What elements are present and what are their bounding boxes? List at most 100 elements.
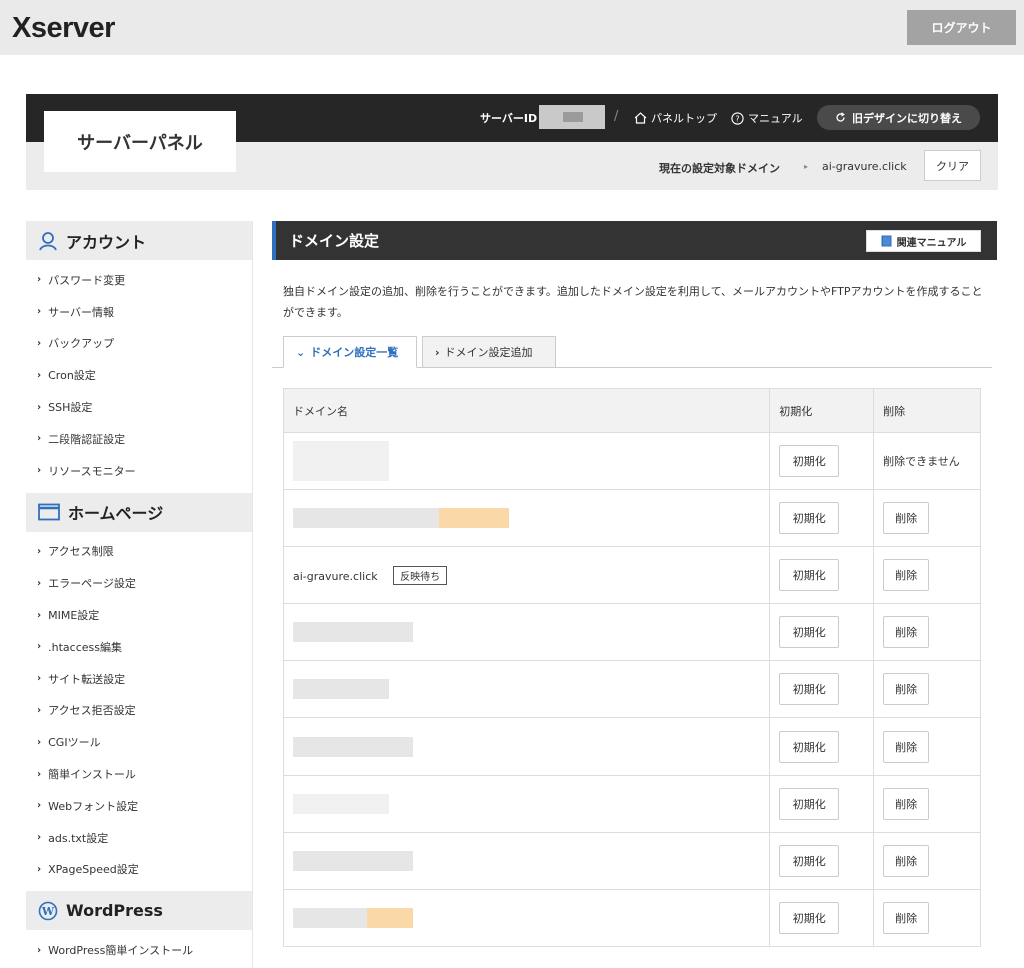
person-icon bbox=[39, 231, 57, 250]
logout-button[interactable]: ログアウト bbox=[907, 10, 1016, 45]
init-button[interactable]: 初期化 bbox=[779, 445, 840, 478]
sidebar-item[interactable]: › MIME設定 bbox=[26, 599, 252, 631]
table-row: ai-gravure.click 反映待ち 初期化 削除 bbox=[282, 546, 981, 605]
delete-button[interactable]: 削除 bbox=[883, 502, 930, 535]
wordpress-icon: W bbox=[38, 901, 58, 921]
sidebar-item[interactable]: › 簡単インストール bbox=[26, 758, 252, 790]
init-cell: 初期化 bbox=[769, 660, 875, 719]
manual-label: マニュアル bbox=[748, 112, 803, 125]
svg-text:W: W bbox=[41, 905, 55, 918]
sidebar-item[interactable]: › XPageSpeed設定 bbox=[26, 854, 252, 886]
domain-name: ai-gravure.click bbox=[293, 569, 378, 583]
window-icon bbox=[38, 503, 60, 521]
sidebar-section-wordpress: W WordPress bbox=[26, 891, 252, 931]
sidebar-section-title: ホームページ bbox=[68, 504, 164, 524]
tab-domain-list[interactable]: ⌄ ドメイン設定一覧 bbox=[283, 336, 417, 368]
init-cell: 初期化 bbox=[769, 489, 875, 548]
xserver-logo[interactable]: Xserver bbox=[12, 12, 115, 45]
sidebar-item-label: Cron設定 bbox=[48, 369, 96, 383]
delete-button[interactable]: 削除 bbox=[883, 787, 930, 820]
sidebar-item[interactable]: › .htaccess編集 bbox=[26, 631, 252, 663]
clear-button[interactable]: クリア bbox=[924, 150, 981, 181]
panel-top-link[interactable]: パネルトップ bbox=[634, 110, 717, 126]
sidebar-item[interactable]: › ads.txt設定 bbox=[26, 822, 252, 854]
sidebar-item[interactable]: › Webフォント設定 bbox=[26, 790, 252, 822]
init-button[interactable]: 初期化 bbox=[779, 730, 840, 763]
init-cell: 初期化 bbox=[769, 774, 875, 833]
chevron-right-icon: › bbox=[37, 832, 42, 844]
sidebar-item[interactable]: › リソースモニター bbox=[26, 455, 252, 487]
switch-design-button[interactable]: 旧デザインに切り替え bbox=[817, 105, 980, 130]
sidebar-list-homepage: › アクセス制限 › エラーページ設定 › MIME設定 › .htaccess編集 ›… bbox=[26, 532, 252, 892]
server-id-label: サーバーID bbox=[480, 112, 538, 125]
sidebar-item[interactable]: › エラーページ設定 bbox=[26, 567, 252, 599]
delete-cell: 削除 bbox=[873, 774, 981, 833]
panel-top-label: パネルトップ bbox=[651, 112, 717, 125]
sidebar-item[interactable]: › WordPress簡単インストール bbox=[26, 934, 252, 966]
init-button[interactable]: 初期化 bbox=[779, 616, 840, 649]
delete-cell: 削除 bbox=[873, 660, 981, 719]
delete-button[interactable]: 削除 bbox=[883, 730, 930, 763]
init-button[interactable]: 初期化 bbox=[779, 787, 840, 820]
sidebar-item[interactable]: › アクセス拒否設定 bbox=[26, 695, 252, 727]
panel-title[interactable]: サーバーパネル bbox=[44, 111, 236, 172]
delete-button[interactable]: 削除 bbox=[883, 616, 930, 649]
table-header-row: ドメイン名 初期化 削除 bbox=[282, 388, 981, 433]
init-cell: 初期化 bbox=[769, 603, 875, 662]
chevron-right-icon: › bbox=[37, 401, 42, 413]
page-description: 独自ドメイン設定の追加、削除を行うことができます。追加したドメイン設定を利用して… bbox=[283, 285, 983, 319]
manual-link[interactable]: ? マニュアル bbox=[731, 110, 803, 126]
sidebar-item[interactable]: › パスワード変更 bbox=[26, 264, 252, 296]
init-button[interactable]: 初期化 bbox=[779, 559, 840, 592]
init-cell: 初期化 bbox=[769, 888, 875, 947]
delete-button[interactable]: 削除 bbox=[883, 901, 930, 934]
sidebar-item-label: アクセス拒否設定 bbox=[48, 704, 136, 718]
domain-cell-redacted bbox=[282, 603, 771, 662]
sidebar-item-label: 簡単インストール bbox=[48, 768, 136, 782]
delete-cell: 削除 bbox=[873, 603, 981, 662]
init-button[interactable]: 初期化 bbox=[779, 901, 840, 934]
table-row: 初期化 削除できません bbox=[282, 431, 981, 491]
domain-cell-redacted bbox=[282, 831, 771, 890]
delete-button[interactable]: 削除 bbox=[883, 673, 930, 706]
sidebar-item-label: サーバー情報 bbox=[48, 305, 115, 319]
sidebar-item[interactable]: › バックアップ bbox=[26, 328, 252, 360]
sidebar-item-label: 二段階認証設定 bbox=[48, 432, 126, 446]
sidebar-item-label: Webフォント設定 bbox=[48, 799, 139, 813]
sidebar-item[interactable]: › 二段階認証設定 bbox=[26, 423, 252, 455]
tab-label: ドメイン設定追加 bbox=[444, 346, 533, 359]
sidebar-item[interactable]: › アクセス制限 bbox=[26, 536, 252, 568]
server-panel-header: サーバーID / パネルトップ ? マニュアル 旧デザインに切り替え 現在の設定… bbox=[26, 94, 998, 190]
chevron-right-icon: › bbox=[37, 306, 42, 318]
init-button[interactable]: 初期化 bbox=[779, 673, 840, 706]
chevron-right-icon: › bbox=[435, 345, 440, 359]
init-button[interactable]: 初期化 bbox=[779, 502, 840, 535]
sidebar-item-label: パスワード変更 bbox=[48, 273, 126, 287]
switch-design-label: 旧デザインに切り替え bbox=[852, 111, 962, 125]
sidebar-item[interactable]: › サイト転送設定 bbox=[26, 663, 252, 695]
top-bar: Xserver ログアウト bbox=[0, 0, 1024, 55]
svg-text:?: ? bbox=[735, 114, 739, 123]
domain-cell-redacted bbox=[282, 431, 771, 491]
init-button[interactable]: 初期化 bbox=[779, 844, 840, 877]
delete-button[interactable]: 削除 bbox=[883, 559, 930, 592]
header-domain: ドメイン名 bbox=[282, 388, 771, 433]
delete-cell: 削除 bbox=[873, 888, 981, 947]
tab-domain-add[interactable]: › ドメイン設定追加 bbox=[422, 336, 556, 368]
sidebar-item[interactable]: › サーバー情報 bbox=[26, 296, 252, 328]
delete-button[interactable]: 削除 bbox=[883, 844, 930, 877]
related-manual-label: 関連マニュアル bbox=[896, 237, 967, 249]
domain-cell: ai-gravure.click 反映待ち bbox=[282, 546, 771, 605]
sidebar-item[interactable]: › Cron設定 bbox=[26, 359, 252, 391]
delete-cell: 削除 bbox=[873, 489, 981, 548]
sidebar-item-label: エラーページ設定 bbox=[48, 577, 136, 591]
table-row: 初期化 削除 bbox=[282, 489, 981, 548]
sidebar-item[interactable]: › CGIツール bbox=[26, 726, 252, 758]
sidebar-item[interactable]: › SSH設定 bbox=[26, 391, 252, 423]
chevron-right-icon: › bbox=[37, 433, 42, 445]
domain-table: ドメイン名 初期化 削除 初期化 削除できません 初期化 削除 ai-gravu… bbox=[282, 388, 981, 947]
sidebar-list-wordpress: › WordPress簡単インストール bbox=[26, 930, 252, 968]
domain-cell-redacted bbox=[282, 888, 771, 947]
related-manual-button[interactable]: 関連マニュアル bbox=[866, 230, 981, 252]
chevron-right-icon: › bbox=[37, 944, 42, 956]
